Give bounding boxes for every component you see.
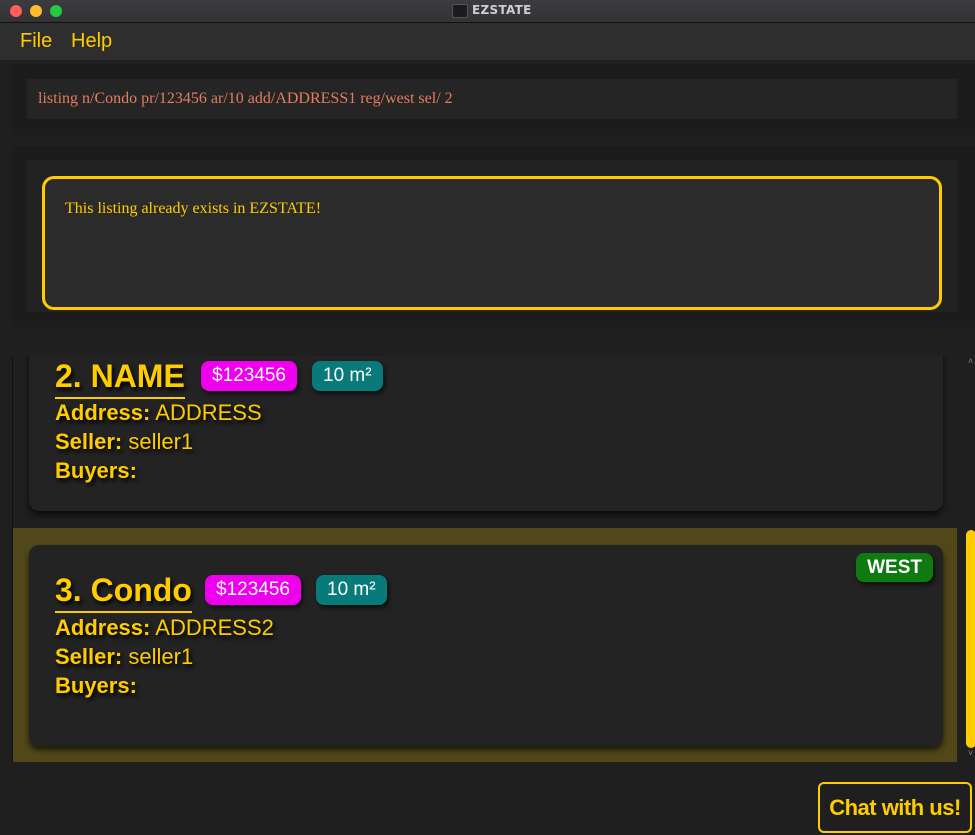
address-value: ADDRESS2 xyxy=(155,615,274,640)
seller-value: seller1 xyxy=(128,644,194,669)
scrollbar-thumb[interactable] xyxy=(966,530,975,748)
listing-card-3[interactable]: WEST 3. Condo $123456 10 m² Address: ADD… xyxy=(13,528,957,762)
scroll-down-arrow-icon[interactable]: ˅ xyxy=(968,748,973,758)
menu-bar: File Help xyxy=(0,23,975,60)
result-message: This listing already exists in EZSTATE! xyxy=(65,200,322,217)
address-label: Address: xyxy=(55,615,151,640)
region-tag: WEST xyxy=(856,553,933,582)
window-title: EZSTATE xyxy=(472,3,532,17)
listing-list[interactable]: 2. NAME $123456 10 m² Address: ADDRESS S… xyxy=(12,356,975,762)
address-row: Address: ADDRESS xyxy=(55,400,262,426)
listing-card-body: 2. NAME $123456 10 m² Address: ADDRESS S… xyxy=(29,356,943,511)
area-tag: 10 m² xyxy=(316,575,387,605)
listing-title: 2. NAME xyxy=(55,358,185,399)
app-icon xyxy=(452,4,468,18)
scroll-up-arrow-icon[interactable]: ˄ xyxy=(968,356,973,366)
close-window-button[interactable] xyxy=(10,5,22,17)
minimize-window-button[interactable] xyxy=(30,5,42,17)
result-display[interactable]: This listing already exists in EZSTATE! xyxy=(42,176,942,310)
price-tag: $123456 xyxy=(201,361,297,391)
chat-with-us-button[interactable]: Chat with us! xyxy=(818,782,972,833)
seller-row: Seller: seller1 xyxy=(55,429,193,455)
seller-value: seller1 xyxy=(128,429,194,454)
buyers-row: Buyers: xyxy=(55,673,137,699)
seller-label: Seller: xyxy=(55,644,123,669)
result-display-container: This listing already exists in EZSTATE! xyxy=(27,160,957,312)
command-box-panel: listing n/Condo pr/123456 ar/10 add/ADDR… xyxy=(12,64,975,135)
window-titlebar: EZSTATE xyxy=(0,0,975,23)
result-display-panel: This listing already exists in EZSTATE! xyxy=(12,146,975,327)
footer-area: Chat with us! xyxy=(0,762,975,835)
command-input-text: listing n/Condo pr/123456 ar/10 add/ADDR… xyxy=(38,90,453,107)
list-scrollbar[interactable]: ˄ ˅ xyxy=(966,356,975,762)
price-tag: $123456 xyxy=(205,575,301,605)
buyers-row: Buyers: xyxy=(55,458,137,484)
menu-file[interactable]: File xyxy=(20,30,52,53)
address-label: Address: xyxy=(55,400,151,425)
menu-help[interactable]: Help xyxy=(71,30,112,53)
maximize-window-button[interactable] xyxy=(50,5,62,17)
address-row: Address: ADDRESS2 xyxy=(55,615,274,641)
listing-card-body: WEST 3. Condo $123456 10 m² Address: ADD… xyxy=(29,545,943,746)
buyers-label: Buyers: xyxy=(55,673,137,698)
address-value: ADDRESS xyxy=(155,400,262,425)
area-tag: 10 m² xyxy=(312,361,383,391)
seller-label: Seller: xyxy=(55,429,123,454)
listing-card-2[interactable]: 2. NAME $123456 10 m² Address: ADDRESS S… xyxy=(13,356,957,527)
command-input[interactable]: listing n/Condo pr/123456 ar/10 add/ADDR… xyxy=(27,79,957,119)
listing-title: 3. Condo xyxy=(55,572,192,613)
buyers-label: Buyers: xyxy=(55,458,137,483)
seller-row: Seller: seller1 xyxy=(55,644,193,670)
